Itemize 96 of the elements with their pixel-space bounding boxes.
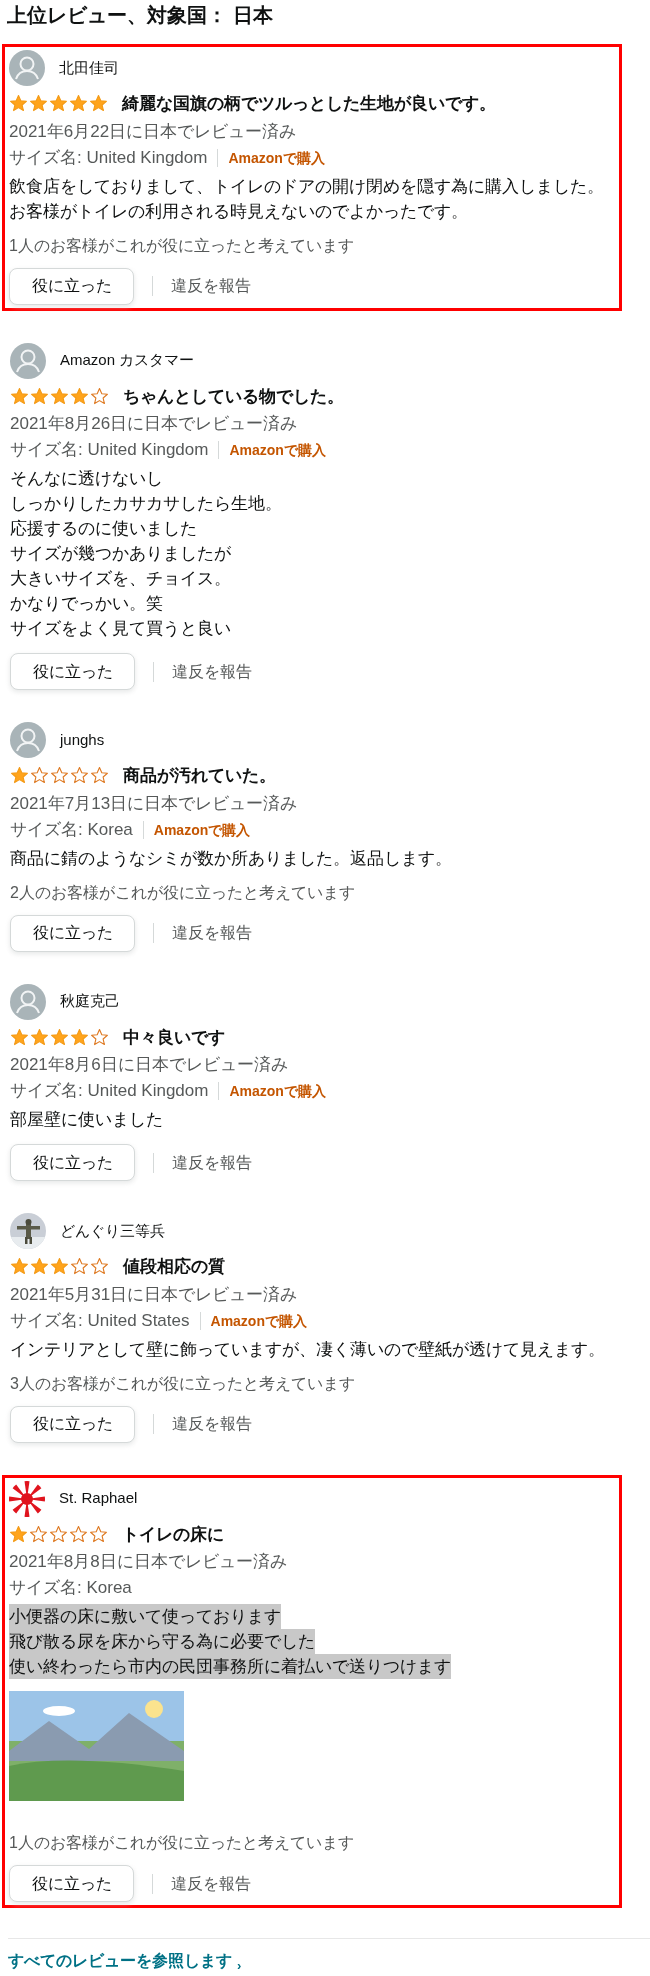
review-text: 小便器の床に敷いて使っております [9,1604,281,1629]
verified-purchase-label: Amazonで購入 [153,820,251,840]
review-text: そんなに透けないし [10,468,163,490]
helpful-button[interactable]: 役に立った [10,1405,135,1443]
review-title[interactable]: 中々良いです [123,1024,225,1050]
star-icon [70,386,89,406]
helpful-count: 1人のお客様がこれが役に立ったと考えています [9,235,355,256]
star-icon [30,1257,49,1277]
reviewer-name[interactable]: junghs [60,728,105,752]
empty-star-icon [29,1524,48,1544]
review-text: インテリアとして壁に飾っていますが、凄く薄いので壁紙が透けて見えます。 [10,1338,605,1361]
review-text: サイズが幾つかありましたが [10,543,231,565]
user-avatar-icon [10,983,46,1020]
star-icon [69,94,88,114]
see-all-reviews-link[interactable]: すべてのレビューを参照します › [8,1949,242,1973]
size-label: サイズ名: United Kingdom [10,1080,209,1102]
reviewer-name[interactable]: どんぐり三等兵 [60,1219,165,1243]
empty-star-icon [90,1257,109,1277]
review-title[interactable]: 値段相応の質 [123,1254,225,1280]
empty-star-icon [50,766,69,786]
helpful-button[interactable]: 役に立った [9,1865,134,1902]
user-avatar-icon [10,722,46,758]
reviewer-name[interactable]: Amazon カスタマー [60,349,195,372]
reviewer-name[interactable]: St. Raphael [59,1487,138,1510]
review-text: 大きいサイズを、チョイス。 [10,568,231,590]
size-label: サイズ名: United States [10,1309,190,1332]
star-icon [70,1027,89,1047]
star-icon [10,766,29,786]
helpful-button[interactable]: 役に立った [10,1144,135,1181]
empty-star-icon [70,1257,89,1277]
empty-star-icon [30,766,49,786]
review-title[interactable]: 商品が汚れていた。 [123,763,276,789]
size-label: サイズ名: United Kingdom [10,439,209,461]
report-link[interactable]: 違反を報告 [171,1871,251,1896]
verified-purchase-label: Amazonで購入 [229,1082,326,1101]
review-text: 部屋壁に使いました [10,1109,163,1131]
review-date: 2021年8月8日に日本でレビュー済み [9,1551,288,1573]
user-avatar-icon [9,50,45,86]
review-date: 2021年8月6日に日本でレビュー済み [10,1054,289,1076]
report-link[interactable]: 違反を報告 [172,659,252,684]
star-icon [30,386,49,406]
report-link[interactable]: 違反を報告 [172,1150,252,1175]
review-date: 2021年7月13日に日本でレビュー済み [10,792,299,815]
verified-purchase-label: Amazonで購入 [228,148,325,168]
star-icon [10,1257,29,1277]
reviewer-name[interactable]: 北田佳司 [59,56,119,80]
star-icon [49,94,68,114]
review-title[interactable]: トイレの床に [122,1521,224,1547]
helpful-count: 3人のお客様がこれが役に立ったと考えています [10,1373,356,1394]
review-date: 2021年8月26日に日本でレビュー済み [10,413,299,435]
star-icon [30,1027,49,1047]
empty-star-icon [89,1524,108,1544]
star-icon [9,1524,28,1544]
star-icon [50,1257,69,1277]
sunburst-icon [9,1480,45,1517]
helpful-count: 1人のお客様がこれが役に立ったと考えています [9,1833,355,1853]
star-icon [10,1027,29,1047]
empty-star-icon [69,1524,88,1544]
helpful-count: 2人のお客様がこれが役に立ったと考えています [10,882,356,903]
review-text: 飲食店をしておりまして、トイレのドアの開け閉めを隠す為に購入しました。お客様がトイレの利用される時見えないのでよかったです。 [9,175,605,223]
review-text: 飛び散る尿を床から守る為に必要でした [9,1629,315,1654]
size-label: サイズ名: United Kingdom [9,146,208,169]
review-date: 2021年6月22日に日本でレビュー済み [9,120,298,143]
empty-star-icon [49,1524,68,1544]
empty-star-icon [90,1027,109,1047]
review-text: しっかりしたカサカサしたら生地。 [10,493,282,515]
review-text: 応援するのに使いました [10,518,197,540]
star-icon [9,94,28,114]
report-link[interactable]: 違反を報告 [172,1412,252,1436]
review-title[interactable]: 綺麗な国旗の柄でツルっとした生地が良いです。 [122,91,496,117]
review-text: かなりでっかい。笑 [10,593,163,615]
star-icon [50,1027,69,1047]
review-title[interactable]: ちゃんとしている物でした。 [123,383,344,409]
empty-star-icon [70,766,89,786]
report-link[interactable]: 違反を報告 [172,921,252,945]
star-icon [89,94,108,114]
verified-purchase-label: Amazonで購入 [210,1311,307,1331]
user-avatar-icon [10,342,46,379]
empty-star-icon [90,386,109,406]
size-label: サイズ名: Korea [9,1577,132,1599]
star-icon [10,386,29,406]
star-icon [50,386,69,406]
helpful-button[interactable]: 役に立った [9,267,134,305]
empty-star-icon [90,766,109,786]
section-heading: 上位レビュー、対象国： 日本 [6,3,274,28]
reviewer-name[interactable]: 秋庭克己 [60,990,120,1013]
report-link[interactable]: 違反を報告 [171,274,251,298]
size-label: サイズ名: Korea [10,818,133,841]
review-text: 商品に錆のようなシミが数か所ありました。返品します。 [10,847,452,870]
verified-purchase-label: Amazonで購入 [229,441,326,460]
review-text: 使い終わったら市内の民団事務所に着払いで送りつけます [9,1654,451,1679]
helpful-button[interactable]: 役に立った [10,653,135,690]
helpful-button[interactable]: 役に立った [10,914,135,952]
star-icon [29,94,48,114]
review-text: サイズをよく見て買うと良い [10,618,231,640]
review-date: 2021年5月31日に日本でレビュー済み [10,1283,299,1306]
